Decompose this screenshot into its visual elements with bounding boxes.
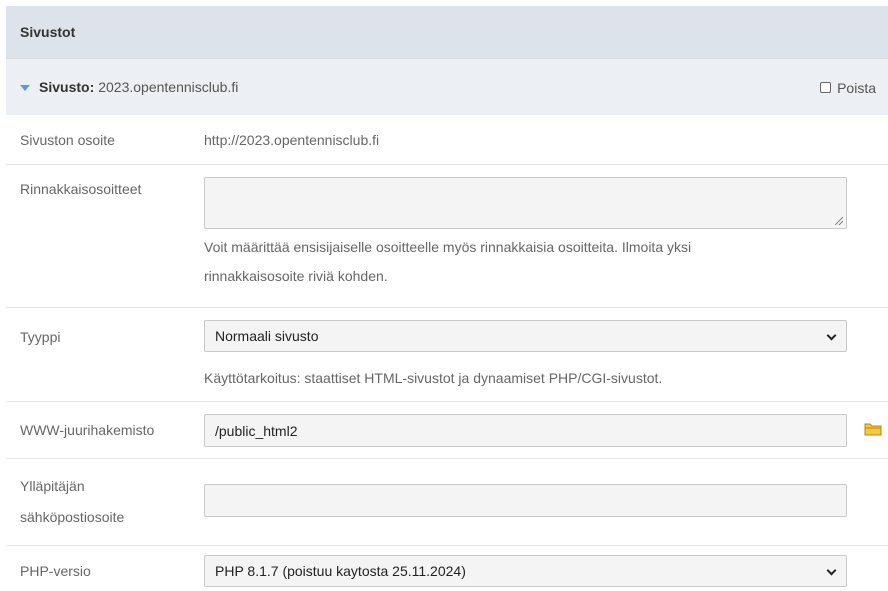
php-version-row: PHP-versio PHP 8.1.7 (poistuu kaytosta 2… — [6, 546, 888, 591]
php-version-label: PHP-versio — [20, 563, 91, 579]
aliases-help-line1: Voit määrittää ensisijaiselle osoitteell… — [204, 239, 692, 255]
type-help: Käyttötarkoitus: staattiset HTML-sivusto… — [204, 370, 663, 386]
type-select[interactable]: Normaali sivusto — [204, 320, 847, 352]
resize-grip-icon[interactable] — [835, 217, 843, 225]
docroot-value: /public_html2 — [215, 422, 298, 439]
admin-email-label-line1: Ylläpitäjän — [20, 478, 85, 494]
docroot-row: WWW-juurihakemisto /public_html2 — [6, 402, 888, 459]
chevron-down-icon — [826, 565, 837, 576]
address-row: Sivuston osoite http://2023.opentenniscl… — [6, 115, 888, 165]
type-label: Tyyppi — [20, 329, 61, 345]
type-selected-value: Normaali sivusto — [215, 328, 319, 344]
php-version-select[interactable]: PHP 8.1.7 (poistuu kaytosta 25.11.2024) — [204, 555, 847, 587]
site-name: 2023.opentennisclub.fi — [98, 79, 239, 95]
site-label: Sivusto: — [39, 79, 95, 95]
admin-email-row: Ylläpitäjän sähköpostiosoite — [6, 459, 888, 546]
chevron-down-icon — [826, 330, 837, 341]
admin-email-label-line2: sähköpostiosoite — [20, 509, 125, 525]
admin-email-input[interactable] — [204, 484, 847, 517]
delete-site-checkbox[interactable]: Poista — [820, 59, 876, 116]
aliases-textarea[interactable] — [204, 177, 847, 229]
aliases-label: Rinnakkaisosoitteet — [20, 181, 142, 197]
type-row: Tyyppi Normaali sivusto Käyttötarkoitus:… — [6, 308, 888, 402]
docroot-input[interactable]: /public_html2 — [204, 414, 847, 447]
section-title: Sivustot — [20, 24, 76, 40]
address-label: Sivuston osoite — [20, 132, 115, 148]
delete-label: Poista — [837, 79, 876, 96]
php-version-selected-value: PHP 8.1.7 (poistuu kaytosta 25.11.2024) — [215, 563, 466, 579]
aliases-help-line2: rinnakkaisosoite riviä kohden. — [204, 268, 388, 284]
folder-icon[interactable] — [864, 422, 882, 436]
section-header: Sivustot — [6, 6, 888, 58]
checkbox-icon[interactable] — [820, 82, 832, 93]
triangle-down-icon[interactable] — [20, 85, 30, 91]
site-header[interactable]: Sivusto: 2023.opentennisclub.fi Poista — [6, 58, 888, 115]
address-value: http://2023.opentennisclub.fi — [204, 132, 380, 148]
docroot-label: WWW-juurihakemisto — [20, 422, 155, 438]
aliases-row: Rinnakkaisosoitteet Voit määrittää ensis… — [6, 165, 888, 308]
